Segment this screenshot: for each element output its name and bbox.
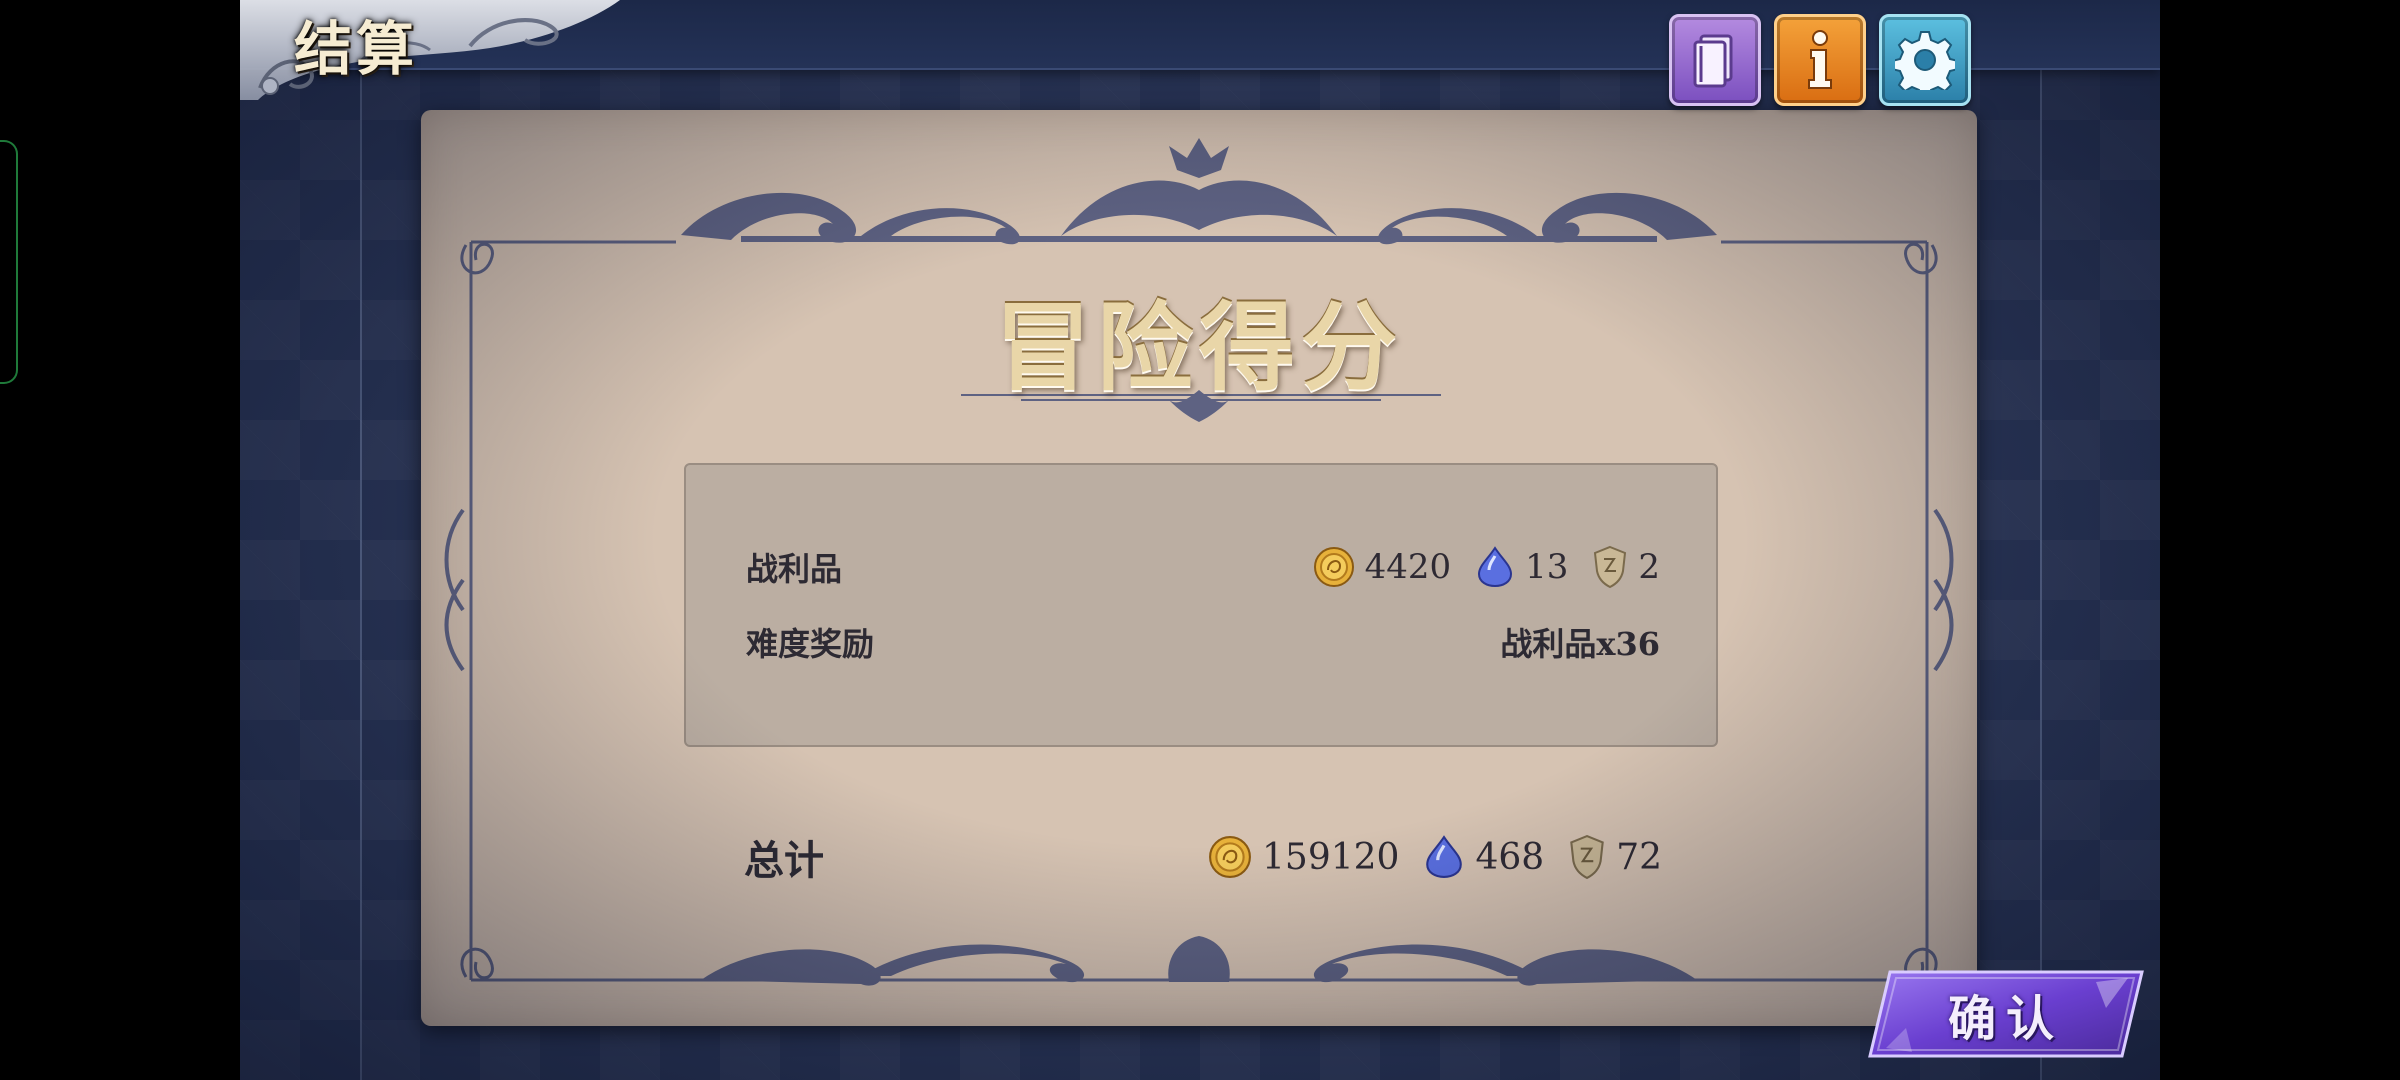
difficulty-bonus-row: 难度奖励 战利品x36 [746, 619, 1660, 665]
settings-button[interactable] [1879, 14, 1971, 106]
total-gem: 468 [1423, 835, 1544, 879]
total-gem-value: 468 [1475, 836, 1545, 878]
total-row: 总计 159120 468 72 [744, 827, 1662, 887]
total-crest-value: 72 [1616, 836, 1662, 878]
loot-summary-box: 战利品 4420 13 2 难度奖励 战利品x36 [684, 463, 1718, 747]
gold-coin-icon [1313, 547, 1354, 587]
difficulty-bonus-value: 战利品x36 [1500, 625, 1660, 663]
difficulty-bonus-label: 难度奖励 [746, 625, 875, 663]
confirm-label: 确认 [1947, 991, 2064, 1047]
info-icon [1808, 30, 1832, 89]
crest-shield-icon [1594, 545, 1627, 589]
spoils-gold: 4420 [1313, 546, 1452, 588]
spoils-crest: 2 [1592, 545, 1660, 589]
score-panel: 冒险得分 战利品 4420 13 2 难度奖励 战利品x36 总计 159120… [421, 110, 1977, 1026]
blue-gem-icon [1478, 546, 1513, 588]
spoils-crest-value: 2 [1638, 547, 1660, 587]
gold-coin-icon [1209, 836, 1251, 878]
total-gold: 159120 [1208, 835, 1399, 879]
game-screen: 结算 冒险得分 战利品 4420 13 2 难度奖励 战利品x36 总计 159… [240, 0, 2160, 1080]
codex-button[interactable] [1669, 14, 1761, 106]
spoils-label: 战利品 [746, 550, 843, 588]
total-crest: 72 [1568, 834, 1662, 880]
info-button[interactable] [1774, 14, 1866, 106]
device-edge-indicator [0, 140, 18, 384]
spoils-values: 4420 13 2 [1289, 545, 1660, 589]
spoils-row: 战利品 4420 13 2 [746, 544, 1660, 590]
crest-shield-icon [1570, 834, 1604, 880]
total-label: 总计 [744, 837, 824, 884]
screen-title: 结算 [294, 15, 419, 83]
spoils-gem: 13 [1475, 546, 1568, 588]
gear-icon [1895, 31, 1955, 90]
book-icon [1693, 34, 1733, 88]
total-values: 159120 468 72 [1184, 834, 1662, 880]
panel-title: 冒险得分 [995, 291, 1403, 404]
spoils-gold-value: 4420 [1364, 547, 1452, 587]
confirm-button[interactable]: 确认 [1866, 968, 2146, 1060]
spoils-gem-value: 13 [1525, 547, 1569, 587]
total-gold-value: 159120 [1262, 836, 1400, 878]
blue-gem-icon [1426, 835, 1463, 878]
